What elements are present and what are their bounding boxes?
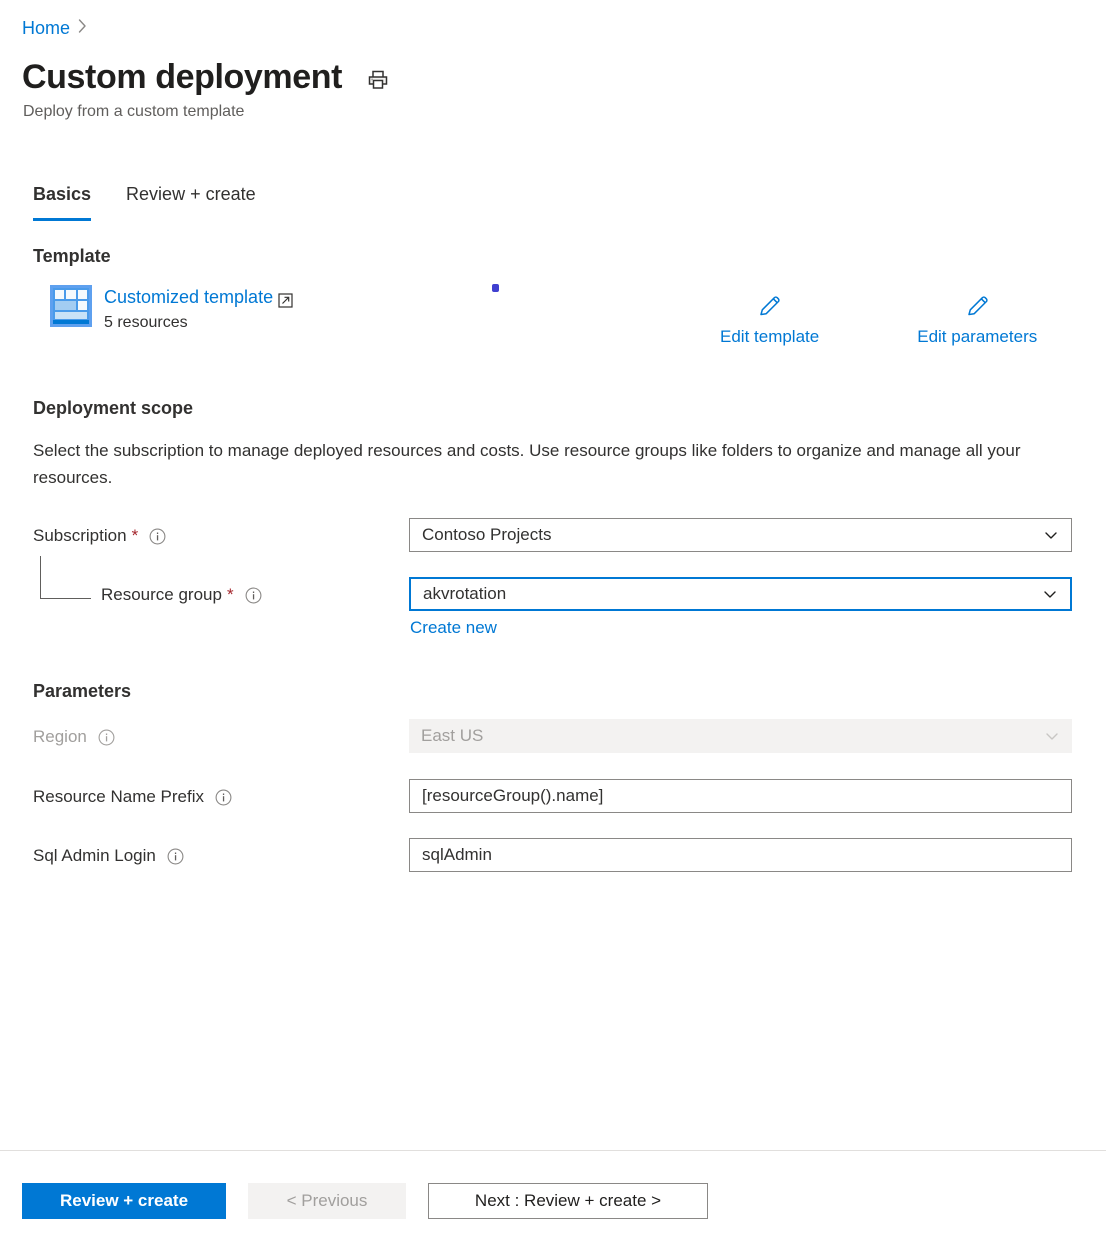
region-value: East US (421, 725, 1036, 747)
required-marker: * (227, 583, 234, 607)
resource-name-prefix-label-text: Resource Name Prefix (33, 785, 204, 809)
pencil-icon (756, 293, 783, 320)
edit-parameters-label: Edit parameters (917, 325, 1037, 348)
customized-template-label: Customized template (104, 285, 273, 309)
chevron-down-icon (1042, 586, 1058, 602)
info-icon[interactable] (215, 789, 232, 806)
tab-list: Basics Review + create (33, 182, 256, 221)
info-icon[interactable] (167, 848, 184, 865)
print-icon[interactable] (366, 68, 390, 92)
template-resource-count: 5 resources (104, 312, 293, 334)
chevron-down-icon (1043, 527, 1059, 543)
required-marker: * (132, 524, 139, 548)
tree-connector (40, 556, 91, 599)
resource-group-label: Resource group * (101, 583, 262, 607)
customized-template-link[interactable]: Customized template (104, 285, 293, 309)
info-icon[interactable] (98, 729, 115, 746)
edit-template-button[interactable]: Edit template (720, 293, 819, 348)
subscription-value: Contoso Projects (422, 524, 1035, 546)
resource-name-prefix-input[interactable]: [resourceGroup().name] (409, 779, 1072, 813)
breadcrumb: Home (22, 16, 87, 40)
footer-actions: Review + create < Previous Next : Review… (22, 1183, 708, 1219)
external-link-icon (278, 290, 293, 305)
edit-template-label: Edit template (720, 325, 819, 348)
template-summary: Customized template 5 resources (50, 285, 293, 334)
chevron-down-icon (1044, 728, 1060, 744)
region-select: East US (409, 719, 1072, 753)
review-create-button[interactable]: Review + create (22, 1183, 226, 1219)
previous-button: < Previous (248, 1183, 406, 1219)
resource-group-value: akvrotation (423, 583, 1034, 605)
breadcrumb-item-home[interactable]: Home (22, 16, 70, 40)
resource-group-select[interactable]: akvrotation (409, 577, 1072, 611)
sql-admin-login-label: Sql Admin Login (33, 844, 184, 868)
subscription-select[interactable]: Contoso Projects (409, 518, 1072, 552)
footer-divider (0, 1150, 1106, 1151)
deployment-scope-heading: Deployment scope (33, 396, 193, 420)
create-new-link[interactable]: Create new (410, 616, 497, 639)
template-grid-icon (50, 285, 92, 327)
edit-parameters-button[interactable]: Edit parameters (917, 293, 1037, 348)
deployment-scope-description: Select the subscription to manage deploy… (33, 437, 1023, 491)
page-header: Custom deployment (22, 55, 390, 99)
resource-name-prefix-value: [resourceGroup().name] (422, 785, 1059, 807)
subscription-label: Subscription * (33, 524, 166, 548)
parameters-heading: Parameters (33, 679, 131, 703)
blue-dot-marker (492, 284, 499, 292)
tab-basics[interactable]: Basics (33, 182, 91, 221)
region-label: Region (33, 725, 115, 749)
next-review-create-button[interactable]: Next : Review + create > (428, 1183, 708, 1219)
page-subtitle: Deploy from a custom template (23, 101, 244, 123)
info-icon[interactable] (149, 528, 166, 545)
chevron-right-icon (78, 16, 87, 40)
page-title: Custom deployment (22, 55, 342, 99)
sql-admin-login-value: sqlAdmin (422, 844, 1059, 866)
tab-review-create[interactable]: Review + create (126, 182, 256, 221)
resource-name-prefix-label: Resource Name Prefix (33, 785, 232, 809)
info-icon[interactable] (245, 587, 262, 604)
sql-admin-login-input[interactable]: sqlAdmin (409, 838, 1072, 872)
region-label-text: Region (33, 725, 87, 749)
resource-group-label-text: Resource group (101, 583, 222, 607)
sql-admin-login-label-text: Sql Admin Login (33, 844, 156, 868)
template-section-heading: Template (33, 244, 111, 268)
subscription-label-text: Subscription (33, 524, 127, 548)
template-actions: Edit template Edit parameters (720, 293, 1037, 348)
pencil-icon (964, 293, 991, 320)
